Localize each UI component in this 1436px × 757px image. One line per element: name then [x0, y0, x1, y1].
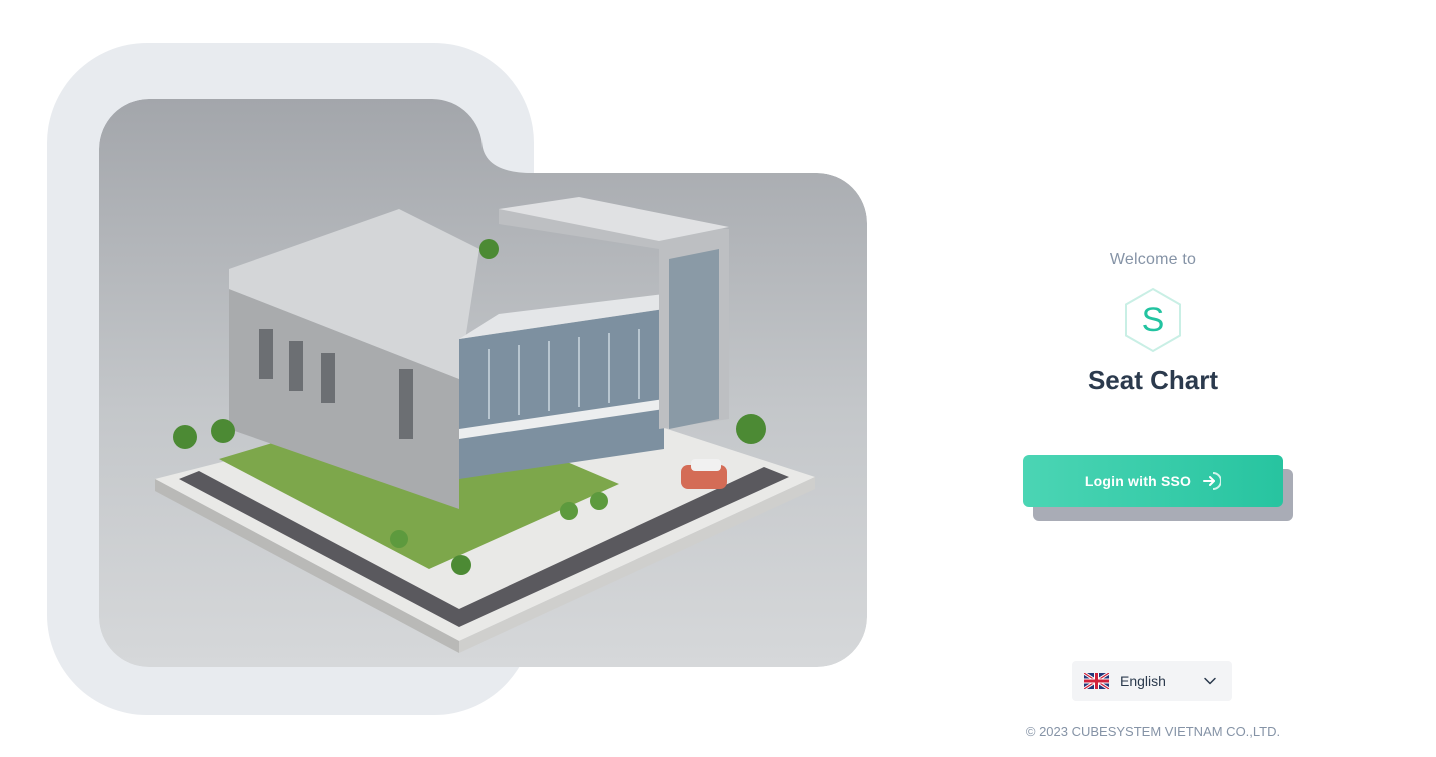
language-select[interactable]: English — [1072, 661, 1232, 701]
hero-image — [99, 99, 867, 667]
sso-button-label: Login with SSO — [1084, 473, 1192, 489]
language-label: English — [1120, 673, 1166, 689]
arrow-right-circle-icon — [1203, 472, 1222, 490]
uk-flag-icon — [1084, 673, 1109, 689]
login-sso-button[interactable]: Login with SSO — [1023, 455, 1283, 507]
app-logo: S — [1123, 287, 1183, 353]
login-page: Welcome to S Seat Chart Login with SSO E… — [0, 0, 1436, 757]
app-title: Seat Chart — [1087, 365, 1219, 395]
chevron-down-icon — [1204, 677, 1216, 685]
welcome-text: Welcome to — [1109, 251, 1197, 268]
logo-letter: S — [1141, 301, 1165, 339]
copyright-text: © 2023 CUBESYSTEM VIETNAM CO.,LTD. — [1025, 724, 1281, 739]
